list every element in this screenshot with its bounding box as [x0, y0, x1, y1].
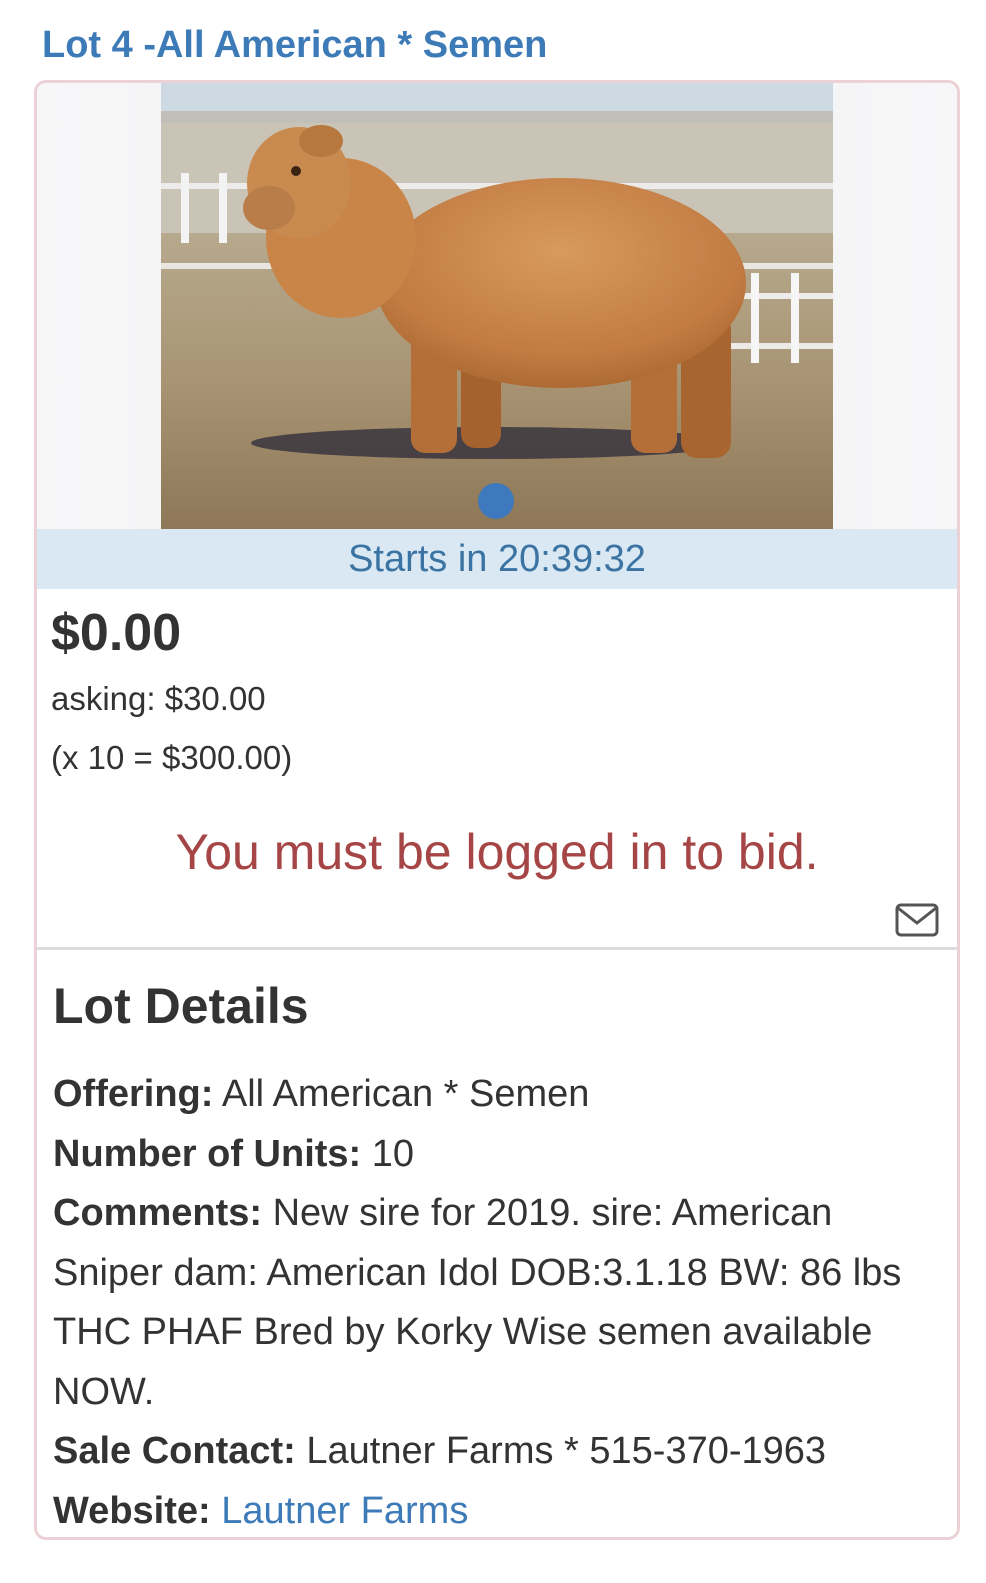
comments-label: Comments: [53, 1192, 263, 1234]
carousel-dot-active[interactable] [478, 483, 514, 519]
lot-card: Starts in 20:39:32 $0.00 asking: $30.00 … [34, 80, 960, 1540]
lot-details-heading: Lot Details [53, 978, 309, 1034]
lot-photo[interactable] [161, 83, 833, 529]
units-value: 10 [361, 1132, 415, 1175]
detail-row-comments: Comments: New sire for 2019. sire: Ameri… [53, 1184, 943, 1422]
offering-label: Offering: [53, 1073, 214, 1115]
offering-value: All American * Semen [213, 1073, 590, 1115]
section-divider [37, 947, 957, 950]
cattle-photo-illustration [161, 83, 833, 529]
detail-row-contact: Sale Contact: Lautner Farms * 515-370-19… [53, 1422, 943, 1482]
detail-row-offering: Offering: All American * Semen [53, 1065, 943, 1125]
login-required-message: You must be logged in to bid. [175, 824, 819, 880]
contact-value: Lautner Farms * 515-370-1963 [295, 1430, 827, 1472]
lot-title-link[interactable]: Lot 4 -All American * Semen [42, 24, 547, 67]
current-price: $0.00 [51, 604, 182, 662]
lot-image-carousel [37, 83, 957, 529]
website-label: Website: [53, 1489, 211, 1532]
units-label: Number of Units: [53, 1132, 362, 1175]
total-price-calculation: (x 10 = $300.00) [51, 739, 293, 776]
asking-price: asking: $30.00 [51, 680, 266, 717]
website-link[interactable]: Lautner Farms [221, 1490, 468, 1532]
detail-row-website: Website: Lautner Farms [53, 1482, 943, 1538]
auction-countdown-banner: Starts in 20:39:32 [37, 529, 957, 589]
contact-label: Sale Contact: [53, 1430, 296, 1472]
lot-details-body: Offering: All American * Semen Number of… [53, 1065, 943, 1538]
envelope-icon[interactable] [895, 903, 939, 937]
detail-row-units: Number of Units: 10 [53, 1125, 943, 1185]
